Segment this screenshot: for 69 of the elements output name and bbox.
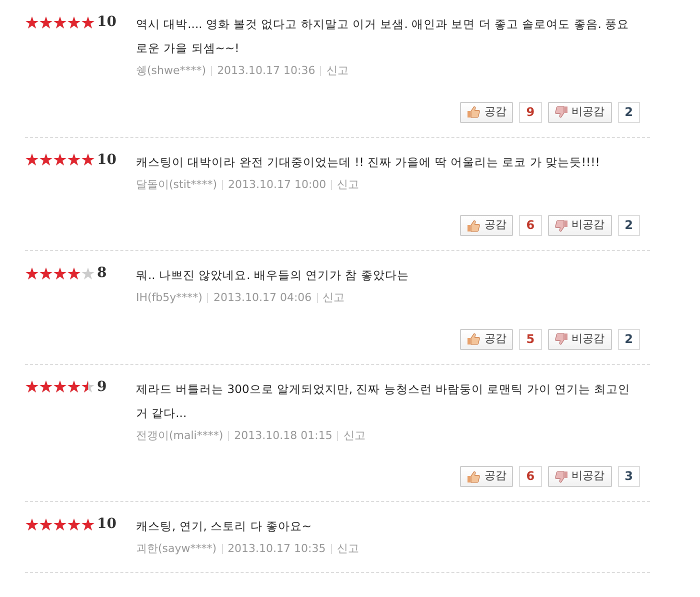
star-icon (81, 518, 95, 530)
star-icon (53, 266, 67, 280)
review-text: 역시 대박.... 영화 볼것 없다고 하지말고 이거 보샘. 애인과 보면 더 좋고 솔로여도 좋음. 풍요로운 가을 되셈~~! (136, 16, 630, 57)
star-icon (81, 266, 95, 280)
dislike-count: 2 (618, 215, 640, 236)
like-count: 6 (519, 215, 542, 236)
star-icon (25, 16, 39, 28)
review-date: 2013.10.17 10:36 (217, 63, 316, 79)
review-text: 제라드 버틀러는 300으로 알게되었지만, 진짜 능청스런 바람둥이 로맨틱 가이 연기는 최고인거 같다... (136, 380, 632, 422)
thumbs-down-icon (554, 220, 568, 232)
star-icon (67, 518, 81, 530)
review-text: 캐스팅이 대박이라 완전 기대중이었는데 !! 진짜 가을에 딱 어울리는 로코 가 맞는듯!!!! (136, 154, 601, 170)
review-date: 2013.10.17 10:35 (228, 541, 326, 557)
star-icon (25, 266, 39, 280)
star-icon (39, 518, 53, 530)
star-icon (67, 153, 81, 166)
dislike-button[interactable]: 비공감 (548, 102, 612, 122)
like-count: 5 (519, 328, 542, 350)
like-button[interactable]: 공감 (460, 328, 514, 350)
star-icon (25, 518, 39, 530)
dislike-count: 3 (618, 466, 640, 487)
dislike-button[interactable]: 비공감 (548, 328, 612, 350)
star-icon (67, 16, 81, 28)
thumbs-up-icon (467, 106, 480, 118)
star-icon (67, 266, 81, 280)
rating-score: 10 (97, 150, 116, 170)
star-icon (39, 16, 53, 28)
dislike-count: 2 (618, 102, 640, 122)
star-icon (53, 16, 67, 28)
dislike-button[interactable]: 비공감 (548, 466, 612, 487)
thumbs-up-icon (467, 220, 480, 232)
like-button[interactable]: 공감 (460, 466, 514, 487)
star-icon (53, 380, 67, 393)
star-icon (39, 153, 53, 166)
review-date: 2013.10.18 01:15 (234, 428, 332, 444)
star-icon (81, 380, 95, 393)
star-icon (53, 153, 67, 166)
thumbs-down-icon (554, 333, 568, 345)
like-button[interactable]: 공감 (460, 102, 514, 122)
rating-score: 8 (97, 264, 107, 283)
star-icon (25, 380, 39, 393)
star-icon (67, 380, 81, 393)
like-count: 6 (519, 466, 542, 487)
star-icon (39, 266, 53, 280)
star-icon (53, 518, 67, 530)
star-icon (39, 380, 53, 393)
star-icon (25, 153, 39, 166)
review-date: 2013.10.17 10:00 (228, 176, 326, 192)
review-date: 2013.10.17 04:06 (213, 290, 312, 306)
dislike-button[interactable]: 비공감 (548, 215, 612, 236)
rating-score: 10 (97, 13, 116, 32)
author-name: 전갱이(mali****) (136, 428, 224, 444)
like-button[interactable]: 공감 (460, 215, 514, 236)
rating-score: 9 (97, 378, 107, 396)
star-icon (81, 153, 95, 166)
author-name: 괴한(sayw****) (136, 541, 217, 557)
star-icon (81, 16, 95, 28)
thumbs-up-icon (467, 333, 480, 345)
author-name: 쉥(shwe****) (136, 63, 206, 79)
author-name: IH(fb5y****) (136, 290, 202, 306)
review-text: 뭐.. 나쁘진 않았네요. 배우들의 연기가 참 좋았다는 (136, 267, 410, 284)
rating-score: 10 (97, 515, 116, 534)
review-text: 캐스팅, 연기, 스토리 다 좋아요~ (136, 518, 313, 535)
author-name: 달돌이(stit****) (136, 176, 217, 192)
thumbs-down-icon (554, 106, 568, 118)
thumbs-down-icon (554, 470, 568, 482)
like-count: 9 (519, 102, 542, 122)
dislike-count: 2 (618, 328, 640, 350)
thumbs-up-icon (467, 470, 480, 482)
